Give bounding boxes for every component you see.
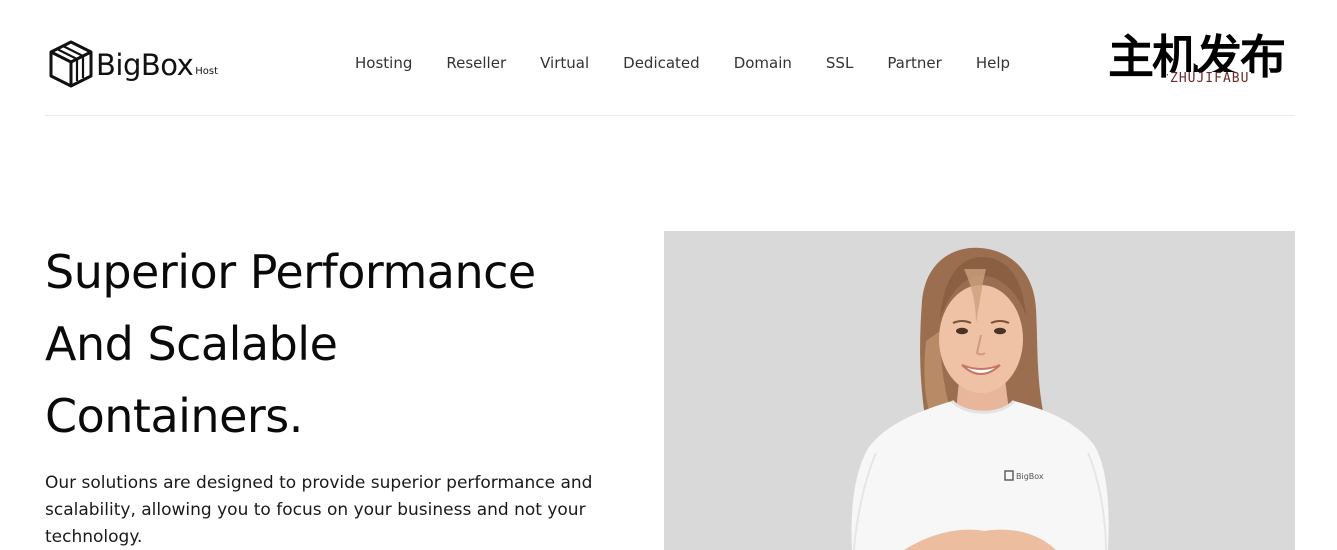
site-header: BigBox Host Hosting Reseller Virtual Ded…	[45, 0, 1295, 116]
nav-item-partner[interactable]: Partner	[887, 53, 942, 73]
watermark-overlay: 主机发布 ZHUJIFABU	[1108, 30, 1308, 91]
nav-item-help[interactable]: Help	[976, 53, 1010, 73]
brand-name: BigBox	[96, 48, 194, 82]
hero-title-line: Superior Performance	[45, 245, 536, 299]
watermark-sub-text: ZHUJIFABU	[1168, 71, 1252, 86]
box-logo-icon	[49, 40, 93, 88]
nav-item-dedicated[interactable]: Dedicated	[623, 53, 700, 73]
nav-item-domain[interactable]: Domain	[734, 53, 792, 73]
nav-item-virtual[interactable]: Virtual	[540, 53, 589, 73]
hero-title-line: Containers.	[45, 389, 303, 443]
hero-image: BigBox	[664, 231, 1295, 550]
brand-logo[interactable]: BigBox Host	[45, 36, 218, 90]
shirt-logo-text: BigBox	[1016, 472, 1044, 481]
brand-suffix: Host	[195, 66, 219, 77]
hero-description: Our solutions are designed to provide su…	[45, 473, 593, 547]
main-nav: Hosting Reseller Virtual Dedicated Domai…	[355, 53, 1044, 73]
hero-title: Superior Performance And Scalable Contai…	[45, 236, 645, 452]
hero-title-line: And Scalable	[45, 317, 338, 371]
nav-item-hosting[interactable]: Hosting	[355, 53, 412, 73]
woman-portrait-illustration: BigBox	[664, 231, 1295, 550]
nav-item-reseller[interactable]: Reseller	[446, 53, 506, 73]
nav-item-ssl[interactable]: SSL	[826, 53, 853, 73]
